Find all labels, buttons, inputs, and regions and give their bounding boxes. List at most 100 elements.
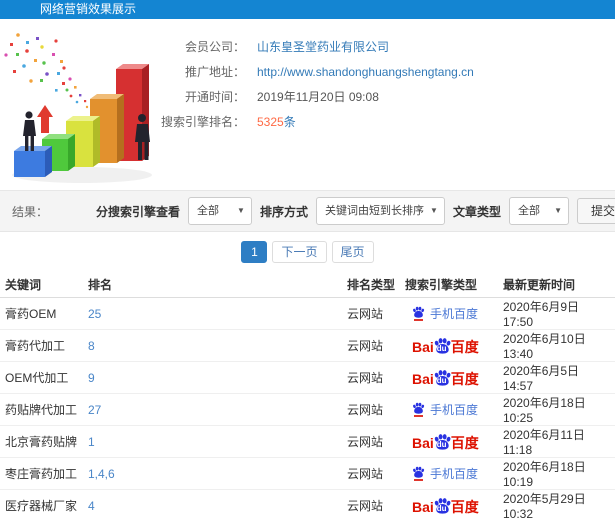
submit-button[interactable]: 提交 xyxy=(576,198,615,224)
rank-type-cell: 云网站 xyxy=(342,361,400,394)
businessman-left xyxy=(23,111,36,151)
table-row: 膏药代加工 8 云网站 Bai du 百度 2020年6月10日 13:40 xyxy=(0,329,615,362)
updated-cell: 2020年6月11日 11:18 xyxy=(498,425,615,458)
company-info-section: 会员公司： 山东皇圣堂药业有限公司 推广地址： http://www.shand… xyxy=(0,19,615,190)
col-rank: 排名 xyxy=(83,272,342,298)
engine-view-select[interactable]: 全部 ▼ xyxy=(187,197,252,225)
last-page-button[interactable]: 尾页 xyxy=(331,241,374,263)
pagination: 1 下一页 尾页 xyxy=(0,232,615,272)
filter-controls: 分搜索引擎查看 全部 ▼ 排序方式 关键词由短到长排序 ▼ 文章类型 全部 ▼ 提交 xyxy=(96,197,615,225)
mobile-baidu-badge[interactable]: 手机百度 xyxy=(412,305,478,322)
keyword-cell: 膏药OEM xyxy=(0,297,83,330)
baidu-logo[interactable]: Bai du 百度 xyxy=(412,369,479,386)
keyword-cell: 北京膏药贴牌 xyxy=(0,425,83,458)
updated-cell: 2020年6月10日 13:40 xyxy=(498,329,615,362)
table-row: OEM代加工 9 云网站 Bai du 百度 2020年6月5日 14:57 xyxy=(0,361,615,394)
rank-type-cell: 云网站 xyxy=(342,393,400,426)
chevron-down-icon: ▼ xyxy=(554,206,562,215)
baidu-logo[interactable]: Bai du 百度 xyxy=(412,433,479,450)
marketing-report-page: 网络营销效果展示 会员公司： 山东皇圣堂药业有限公司 推广地址： http://… xyxy=(0,0,615,520)
app-header: 网络营销效果展示 xyxy=(0,0,615,19)
baidu-logo[interactable]: Bai du 百度 xyxy=(412,497,479,514)
updated-cell: 2020年6月18日 10:19 xyxy=(498,457,615,490)
baidu-paw-icon: du xyxy=(433,337,452,354)
engine-cell: 手机百度 xyxy=(400,393,498,426)
table-header-row: 关键词 排名 排名类型 搜索引擎类型 最新更新时间 xyxy=(0,272,615,298)
updated-cell: 2020年6月18日 10:25 xyxy=(498,393,615,426)
company-label: 会员公司： xyxy=(184,40,245,54)
rank-type-cell: 云网站 xyxy=(342,297,400,330)
result-label: 结果： xyxy=(12,204,49,219)
rank-type-cell: 云网站 xyxy=(342,425,400,458)
page-button-current[interactable]: 1 xyxy=(241,241,268,263)
keyword-cell: 医疗器械厂家 xyxy=(0,489,83,520)
baidu-paw-icon xyxy=(412,402,425,417)
engine-cell: Bai du 百度 xyxy=(400,361,498,394)
info-row-open-time: 开通时间： 2019年11月20日 09:08 xyxy=(160,84,474,109)
rank-link[interactable]: 9 xyxy=(88,371,95,385)
col-keyword: 关键词 xyxy=(0,272,83,298)
rank-link[interactable]: 1,4,6 xyxy=(88,467,115,481)
promo-url-link[interactable]: http://www.shandonghuangshengtang.cn xyxy=(257,65,474,79)
engine-cell: Bai du 百度 xyxy=(400,489,498,520)
keyword-cell: 药贴牌代加工 xyxy=(0,393,83,426)
chevron-down-icon: ▼ xyxy=(237,206,245,215)
up-arrow-icon xyxy=(37,105,53,133)
growth-bar-chart-illustration xyxy=(4,33,152,183)
promo-url-label: 推广地址： xyxy=(184,65,245,79)
sort-select[interactable]: 关键词由短到长排序 ▼ xyxy=(315,197,445,225)
rank-type-cell: 云网站 xyxy=(342,457,400,490)
company-link[interactable]: 山东皇圣堂药业有限公司 xyxy=(257,40,389,54)
engine-cell: Bai du 百度 xyxy=(400,329,498,362)
company-info-list: 会员公司： 山东皇圣堂药业有限公司 推广地址： http://www.shand… xyxy=(160,19,474,190)
rank-link[interactable]: 1 xyxy=(88,435,95,449)
rank-link[interactable]: 27 xyxy=(88,403,101,417)
engine-cell: Bai du 百度 xyxy=(400,425,498,458)
keyword-ranking-table: 关键词 排名 排名类型 搜索引擎类型 最新更新时间 膏药OEM 25 云网站 手… xyxy=(0,272,615,520)
info-row-url: 推广地址： http://www.shandonghuangshengtang.… xyxy=(160,59,474,84)
chevron-down-icon: ▼ xyxy=(430,206,438,215)
rank-link[interactable]: 4 xyxy=(88,499,95,513)
updated-cell: 2020年6月9日 17:50 xyxy=(498,297,615,330)
article-type-label: 文章类型 xyxy=(452,204,501,219)
page-title: 网络营销效果展示 xyxy=(40,2,137,16)
engine-view-label: 分搜索引擎查看 xyxy=(95,204,180,219)
col-rank-type: 排名类型 xyxy=(342,272,400,298)
article-type-select[interactable]: 全部 ▼ xyxy=(508,197,569,225)
updated-cell: 2020年5月29日 10:32 xyxy=(498,489,615,520)
keyword-cell: 膏药代加工 xyxy=(0,329,83,362)
keyword-cell: OEM代加工 xyxy=(0,361,83,394)
rank-link[interactable]: 25 xyxy=(88,307,101,321)
baidu-logo[interactable]: Bai du 百度 xyxy=(412,337,479,354)
baidu-paw-icon: du xyxy=(433,497,452,514)
table-row: 医疗器械厂家 4 云网站 Bai du 百度 2020年5月29日 10:32 xyxy=(0,489,615,520)
col-updated: 最新更新时间 xyxy=(498,272,615,298)
rank-link[interactable]: 8 xyxy=(88,339,95,353)
mobile-baidu-badge[interactable]: 手机百度 xyxy=(412,401,478,418)
baidu-paw-icon xyxy=(412,466,425,481)
table-row: 北京膏药贴牌 1 云网站 Bai du 百度 2020年6月11日 11:18 xyxy=(0,425,615,458)
baidu-paw-icon: du xyxy=(433,369,452,386)
table-row: 药贴牌代加工 27 云网站 手机百度 2020年6月18日 10:25 xyxy=(0,393,615,426)
info-row-rank-count: 搜索引擎排名： 5325条 xyxy=(160,109,474,134)
rank-count-label: 搜索引擎排名： xyxy=(160,115,245,129)
next-page-button[interactable]: 下一页 xyxy=(272,241,327,263)
open-time-label: 开通时间： xyxy=(184,90,245,104)
updated-cell: 2020年6月5日 14:57 xyxy=(498,361,615,394)
baidu-paw-icon: du xyxy=(433,433,452,450)
table-row: 膏药OEM 25 云网站 手机百度 2020年6月9日 17:50 xyxy=(0,297,615,330)
rank-type-cell: 云网站 xyxy=(342,329,400,362)
engine-cell: 手机百度 xyxy=(400,457,498,490)
keyword-cell: 枣庄膏药加工 xyxy=(0,457,83,490)
mobile-baidu-badge[interactable]: 手机百度 xyxy=(412,465,478,482)
sort-label: 排序方式 xyxy=(259,204,308,219)
table-row: 枣庄膏药加工 1,4,6 云网站 手机百度 2020年6月18日 10:19 xyxy=(0,457,615,490)
baidu-paw-icon xyxy=(412,306,425,321)
col-engine-type: 搜索引擎类型 xyxy=(400,272,498,298)
engine-cell: 手机百度 xyxy=(400,297,498,330)
rank-type-cell: 云网站 xyxy=(342,489,400,520)
rank-count-value[interactable]: 5325条 xyxy=(257,113,296,130)
filter-bar: 结果： 分搜索引擎查看 全部 ▼ 排序方式 关键词由短到长排序 ▼ 文章类型 全部 ▼… xyxy=(0,190,615,232)
info-row-company: 会员公司： 山东皇圣堂药业有限公司 xyxy=(160,34,474,59)
open-time-value: 2019年11月20日 09:08 xyxy=(257,90,379,104)
